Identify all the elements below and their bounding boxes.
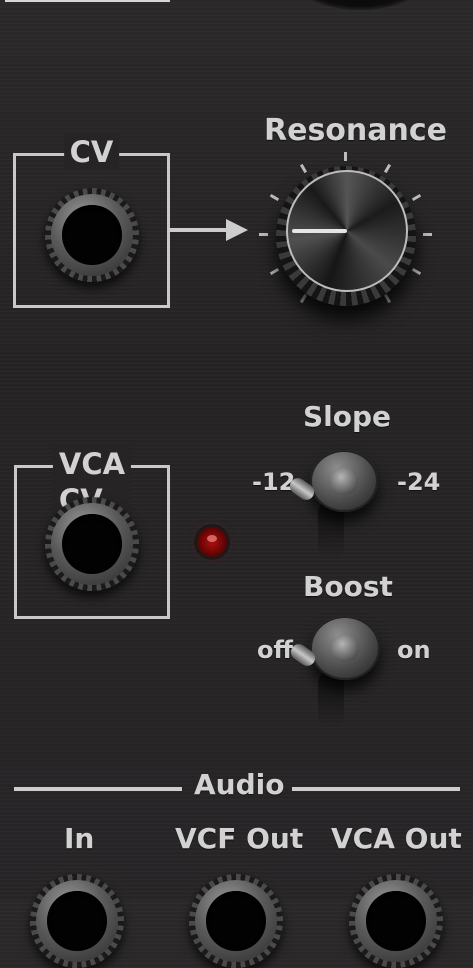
knob-tick xyxy=(411,193,422,202)
slope-right-label: -24 xyxy=(397,468,441,496)
knob-pointer xyxy=(292,229,347,233)
resonance-knob[interactable] xyxy=(258,148,434,324)
audio-divider-left xyxy=(14,787,182,791)
knob-tick xyxy=(299,163,308,174)
jack-hole xyxy=(62,205,122,265)
vca-cv-jack[interactable] xyxy=(45,497,139,591)
in-label: In xyxy=(64,822,95,855)
boost-on-label: on xyxy=(397,636,431,664)
cv-jack[interactable] xyxy=(45,188,139,282)
jack-hole xyxy=(366,891,426,951)
audio-divider-right xyxy=(292,787,460,791)
vca-out-label: VCA Out xyxy=(331,822,462,855)
knob-tick xyxy=(344,152,347,161)
boost-toggle[interactable] xyxy=(310,616,380,680)
vcf-out-jack[interactable] xyxy=(189,874,283,968)
upper-knob-shadow xyxy=(300,0,420,10)
toggle-cap xyxy=(330,467,358,495)
boost-label: Boost xyxy=(303,570,393,603)
knob-tick xyxy=(269,193,280,202)
knob-tick xyxy=(411,267,422,276)
slope-left-label: -12 xyxy=(252,468,296,496)
knob-tick xyxy=(383,163,392,174)
top-divider xyxy=(5,0,170,2)
jack-hole xyxy=(206,891,266,951)
slope-label: Slope xyxy=(303,400,392,433)
knob-tick xyxy=(259,233,268,236)
audio-section-label: Audio xyxy=(194,768,285,801)
slope-toggle[interactable] xyxy=(310,450,378,512)
knob-tick xyxy=(383,293,392,304)
toggle-cap xyxy=(331,634,359,662)
knob-tick xyxy=(299,293,308,304)
vca-out-jack[interactable] xyxy=(349,874,443,968)
jack-hole xyxy=(47,891,107,951)
cv-arrow-icon xyxy=(168,219,248,241)
resonance-label: Resonance xyxy=(264,113,448,148)
jack-hole xyxy=(62,514,122,574)
led-indicator xyxy=(197,527,227,557)
cv-label: CV xyxy=(63,134,120,170)
knob-tick xyxy=(269,267,280,276)
vcf-out-label: VCF Out xyxy=(175,822,304,855)
in-jack[interactable] xyxy=(30,874,124,968)
knob-tick xyxy=(423,233,432,236)
boost-off-label: off xyxy=(257,636,293,664)
